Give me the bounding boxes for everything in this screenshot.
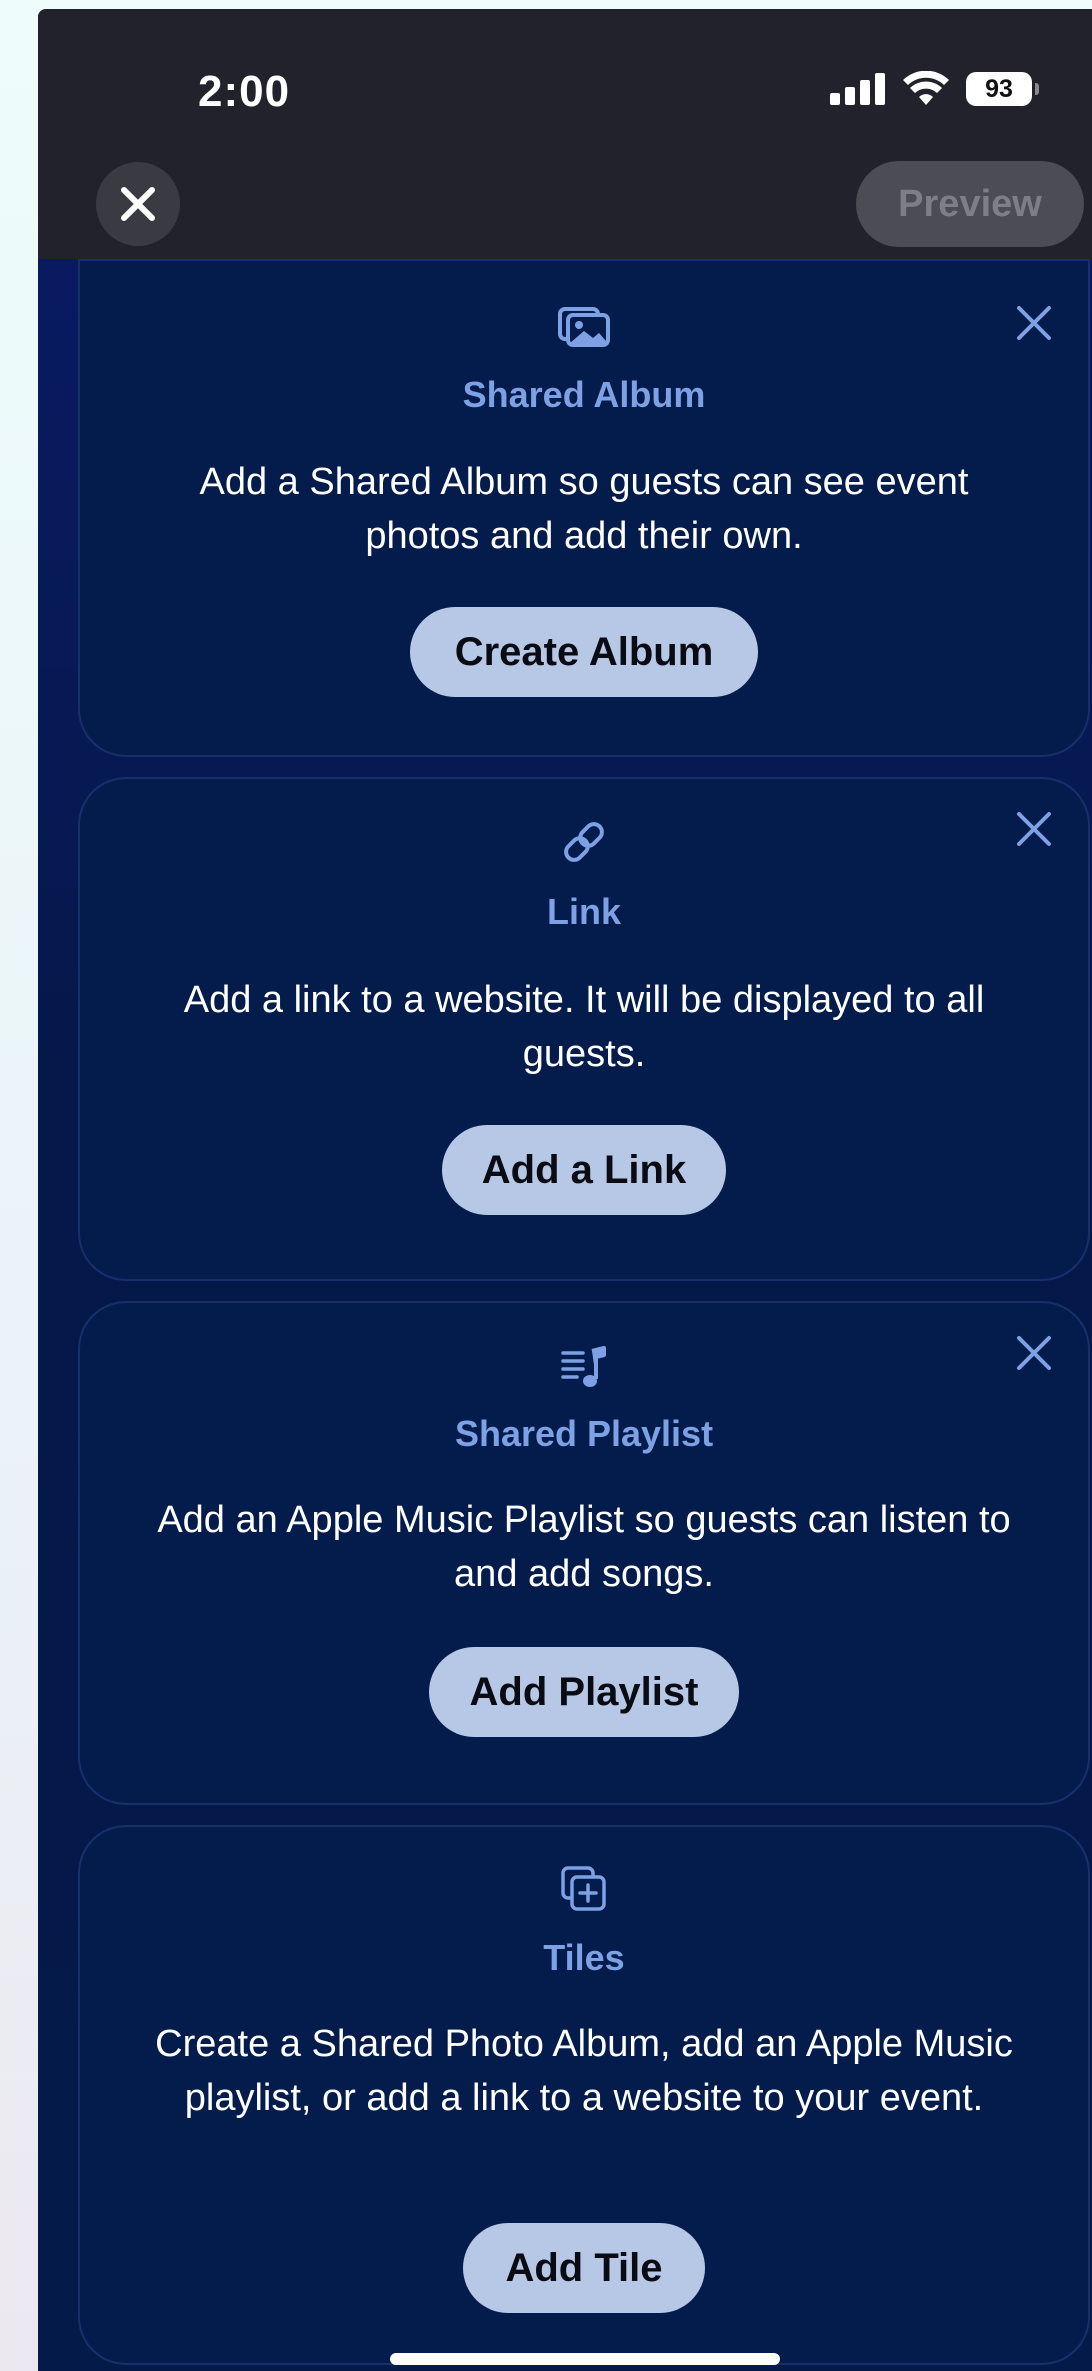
plus-square-stack-icon <box>561 1866 606 1911</box>
close-button[interactable] <box>96 162 180 246</box>
phone-screen: 2:00 93 Preview Shared Album Add a Share… <box>38 9 1092 2371</box>
link-icon <box>564 822 604 862</box>
dismiss-card-button[interactable] <box>1014 303 1054 343</box>
top-bar: 2:00 93 Preview <box>38 9 1092 259</box>
card-title: Shared Playlist <box>454 1413 714 1454</box>
status-time: 2:00 <box>198 67 291 116</box>
create-album-button[interactable]: Create Album <box>410 607 758 697</box>
card-description: Add a Shared Album so guests can see eve… <box>199 461 969 557</box>
music-list-icon <box>561 1346 606 1387</box>
add-tile-button[interactable]: Add Tile <box>463 2223 705 2313</box>
status-icons: 93 <box>830 71 1039 107</box>
dismiss-card-button[interactable] <box>1014 809 1054 849</box>
card-description: Create a Shared Photo Album, add an Appl… <box>155 2023 1013 2119</box>
link-card: Link Add a link to a website. It will be… <box>78 777 1090 1281</box>
shared-album-card: Shared Album Add a Shared Album so guest… <box>78 259 1090 757</box>
preview-button[interactable]: Preview <box>856 161 1084 247</box>
add-playlist-button[interactable]: Add Playlist <box>429 1647 739 1737</box>
card-description: Add a link to a website. It will be disp… <box>183 979 985 1075</box>
card-description: Add an Apple Music Playlist so guests ca… <box>157 1499 1011 1595</box>
shared-playlist-card: Shared Playlist Add an Apple Music Playl… <box>78 1301 1090 1805</box>
card-title: Shared Album <box>462 374 706 415</box>
tiles-card: Tiles Create a Shared Photo Album, add a… <box>78 1825 1090 2365</box>
add-link-button[interactable]: Add a Link <box>442 1125 726 1215</box>
battery-indicator: 93 <box>966 72 1039 106</box>
card-title: Tiles <box>543 1937 625 1978</box>
photo-stack-icon <box>558 307 610 347</box>
cellular-signal-icon <box>830 73 885 105</box>
dismiss-card-button[interactable] <box>1014 1333 1054 1373</box>
home-indicator <box>390 2353 780 2365</box>
card-title: Link <box>546 891 621 932</box>
close-icon <box>121 187 155 221</box>
wifi-icon <box>903 71 949 105</box>
